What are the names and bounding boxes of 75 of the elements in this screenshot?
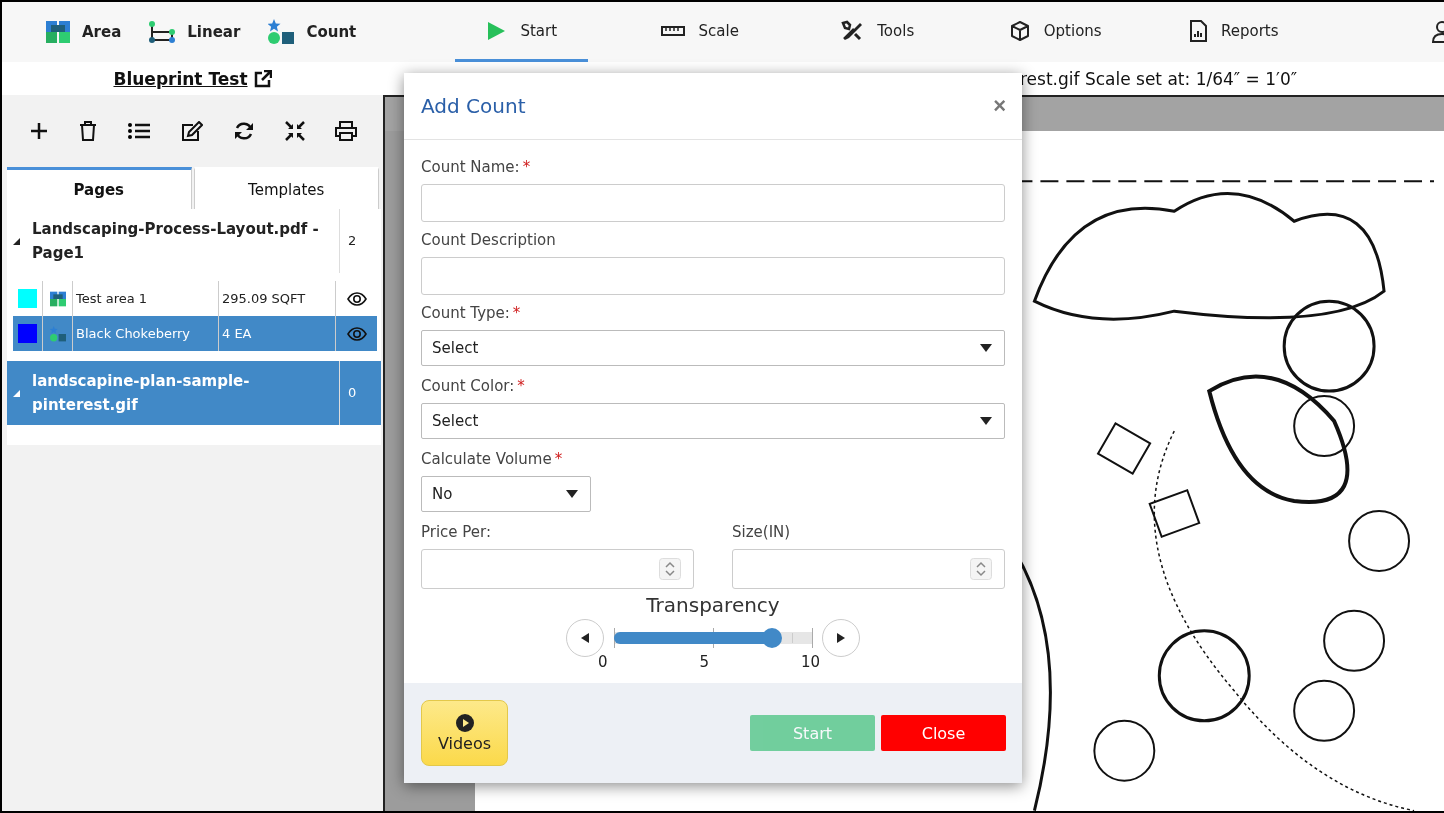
eye-icon[interactable] — [346, 291, 367, 306]
tick-label: 5 — [699, 653, 709, 671]
field-label: Count Name: * — [421, 157, 532, 177]
input-field[interactable] — [421, 257, 1005, 295]
select-field[interactable]: No — [421, 476, 591, 512]
slider-label: Transparency — [645, 593, 781, 617]
field-label: Count Description — [421, 230, 557, 250]
ruler-icon — [660, 23, 685, 38]
area-icon — [49, 290, 66, 307]
linear-icon — [149, 21, 176, 43]
item-count: 2 — [348, 232, 357, 250]
caret-down-icon — [980, 344, 992, 352]
edit-icon[interactable] — [180, 121, 203, 141]
decrease-button[interactable] — [566, 619, 604, 657]
list-icon[interactable] — [128, 122, 151, 140]
play-icon — [486, 20, 507, 41]
toolbar-tab[interactable]: Options — [989, 2, 1123, 62]
tick-label: 0 — [598, 653, 608, 671]
caret-down-icon — [980, 417, 992, 425]
number-field[interactable] — [421, 549, 694, 589]
refresh-icon[interactable] — [233, 121, 254, 141]
page-row[interactable]: landscapine-plan-sample-pinterest.gif 0 — [7, 361, 381, 425]
panel-tab[interactable]: Templates — [193, 167, 379, 209]
area-tool-button[interactable]: Area — [32, 2, 136, 62]
collapse-icon[interactable] — [284, 121, 305, 141]
left-arrow-icon — [581, 633, 589, 643]
project-title-link[interactable]: Blueprint Test — [113, 68, 248, 89]
measurement-name: Test area 1 — [76, 291, 148, 306]
measurement-name: Black Chokeberry — [76, 326, 191, 341]
cube-icon — [1009, 20, 1030, 41]
caret-down-icon — [566, 490, 578, 498]
count-tool-button[interactable]: Count — [254, 2, 371, 62]
measurement-value: 295.09 SQFT — [222, 291, 306, 306]
spinner-icon[interactable] — [970, 558, 992, 580]
toolbar-tab[interactable]: Tools — [811, 2, 945, 62]
field-label: Price Per: — [421, 522, 493, 542]
measurement-row[interactable]: Black Chokeberry 4 EA — [13, 316, 377, 351]
print-icon[interactable] — [335, 121, 358, 141]
videos-button[interactable]: Videos — [421, 700, 508, 766]
trash-icon[interactable] — [79, 121, 98, 141]
count-icon — [268, 19, 295, 45]
field-label: Size(IN) — [732, 522, 792, 542]
add-icon[interactable] — [30, 122, 49, 140]
toolbar-tab[interactable]: Reports — [1167, 2, 1301, 62]
input-field[interactable] — [421, 184, 1005, 222]
dialog-title: Add Count — [421, 94, 526, 118]
toolbar-tab[interactable]: Scale — [633, 2, 767, 62]
field-label: Calculate Volume * — [421, 449, 564, 469]
number-field[interactable] — [732, 549, 1005, 589]
tick-label: 10 — [800, 653, 820, 671]
slider-thumb[interactable] — [762, 628, 783, 648]
linear-tool-button[interactable]: Linear — [135, 2, 255, 62]
field-label: Count Type: * — [421, 303, 522, 323]
panel-tab[interactable]: Pages — [7, 167, 192, 209]
page-name: Landscaping-Process-Layout.pdf - Page1 — [32, 219, 320, 264]
spinner-icon[interactable] — [659, 558, 681, 580]
expand-icon[interactable] — [13, 237, 20, 245]
page-row[interactable]: Landscaping-Process-Layout.pdf - Page1 2 — [7, 209, 381, 273]
scale-info-text: rest.gif Scale set at: 1/64″ = 1′0″ — [1020, 68, 1298, 89]
measurement-value: 4 EA — [222, 326, 252, 341]
play-circle-icon — [455, 713, 474, 732]
external-link-icon[interactable] — [253, 69, 272, 88]
select-field[interactable]: Select — [421, 330, 1005, 366]
item-count: 0 — [348, 384, 357, 402]
right-arrow-icon — [837, 633, 845, 643]
close-button[interactable]: × — [993, 93, 1006, 119]
report-icon — [1188, 19, 1207, 42]
select-field[interactable]: Select — [421, 403, 1005, 439]
field-label: Count Color: * — [421, 376, 526, 396]
tools-icon — [841, 19, 864, 42]
close-button[interactable]: Close — [881, 715, 1006, 751]
page-name: landscapine-plan-sample-pinterest.gif — [32, 371, 251, 416]
count-icon — [49, 325, 66, 342]
area-icon — [46, 21, 70, 43]
increase-button[interactable] — [822, 619, 860, 657]
